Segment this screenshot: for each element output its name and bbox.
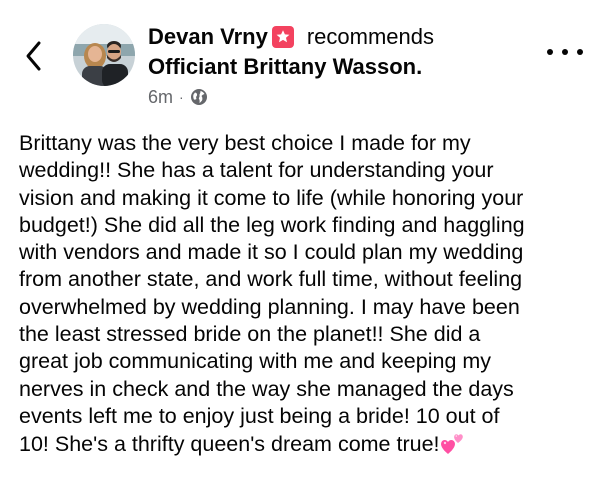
post-text-line: wedding!! She has a talent for understan… [19, 158, 494, 183]
two-hearts-icon [440, 434, 463, 455]
post-header: Devan Vrny recommends Officiant Brittany… [148, 22, 528, 108]
back-button[interactable] [20, 38, 48, 74]
avatar[interactable] [73, 24, 135, 86]
post-text-line: events left me to enjoy just being a bri… [19, 403, 500, 428]
post-body: Brittany was the very best choice I made… [19, 130, 589, 459]
author-name[interactable]: Devan Vrny [148, 22, 268, 52]
post-text-line: 10! She's a thrifty queen's dream come t… [19, 432, 440, 457]
recommendation-star-icon [271, 26, 294, 48]
post-text-line: Brittany was the very best choice I made… [19, 131, 471, 155]
post-text-line: vision and making it come to life (while… [19, 185, 524, 210]
more-options-icon [547, 49, 553, 55]
post-text-line: budget!) She did all the leg work findin… [19, 212, 525, 237]
post-meta: 6m · [148, 86, 528, 108]
recommends-label: recommends [306, 24, 434, 49]
recommended-page-link[interactable]: Officiant Brittany Wasson. [148, 54, 422, 79]
post-text-line: nerves in check and the way she managed … [19, 376, 514, 401]
post-text-line: the least stressed bride on the planet!!… [19, 322, 481, 347]
chevron-left-icon [26, 41, 41, 71]
meta-separator: · [179, 89, 184, 105]
post-text-line: overwhelmed by wedding planning. I may h… [19, 294, 520, 319]
globe-icon [190, 89, 207, 105]
more-options-button[interactable] [547, 42, 583, 62]
page-line: Officiant Brittany Wasson. [148, 52, 528, 82]
post-text-line: from another state, and work full time, … [19, 267, 523, 292]
timestamp[interactable]: 6m [148, 86, 173, 108]
post-text-line: with vendors and made it so I could plan… [19, 240, 524, 265]
header-line: Devan Vrny recommends [148, 22, 528, 52]
post-text-line-last: 10! She's a thrifty queen's dream come t… [19, 430, 589, 458]
post-text-line: great job communicating with me and keep… [19, 349, 492, 374]
